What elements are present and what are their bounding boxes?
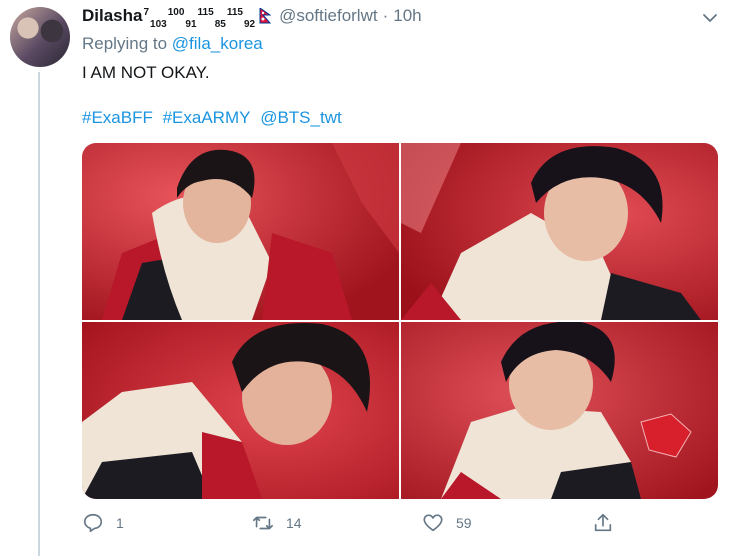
replying-to-line: Replying to @fila_korea xyxy=(82,33,263,55)
display-name[interactable]: Dilasha7103100911158511592 xyxy=(82,5,255,30)
retweet-button[interactable]: 14 xyxy=(252,512,302,534)
media-grid xyxy=(82,143,718,499)
like-icon xyxy=(423,514,443,532)
separator-dot: · xyxy=(382,6,389,25)
share-button[interactable] xyxy=(592,512,626,534)
mention-link[interactable]: @BTS_twt xyxy=(260,108,342,127)
reply-button[interactable]: 1 xyxy=(82,512,124,534)
tweet-text: I AM NOT OKAY. xyxy=(82,63,210,82)
retweet-count: 14 xyxy=(286,515,302,531)
hashtag-link[interactable]: #ExaARMY xyxy=(163,108,251,127)
share-icon xyxy=(594,513,612,532)
chevron-down-icon[interactable] xyxy=(700,8,720,28)
tweet-actions: 1 14 59 xyxy=(82,512,642,540)
retweet-icon xyxy=(253,516,273,530)
avatar[interactable] xyxy=(10,7,70,67)
tweet-hashtags: #ExaBFF #ExaARMY @BTS_twt xyxy=(82,107,347,129)
user-handle[interactable]: @softieforlwt xyxy=(279,5,378,27)
reply-icon xyxy=(83,513,103,533)
photo-3[interactable] xyxy=(82,322,399,499)
hashtag-link[interactable]: #ExaBFF xyxy=(82,108,153,127)
tweet-header: Dilasha7103100911158511592 @softieforlwt… xyxy=(82,5,422,30)
replying-to-mention[interactable]: @fila_korea xyxy=(172,34,263,53)
timestamp[interactable]: 10h xyxy=(393,5,421,27)
photo-4[interactable] xyxy=(401,322,718,499)
reply-count: 1 xyxy=(116,515,124,531)
thread-connector-line xyxy=(38,72,40,556)
like-button[interactable]: 59 xyxy=(422,512,472,534)
photo-1[interactable] xyxy=(82,143,399,320)
photo-2[interactable] xyxy=(401,143,718,320)
replying-to-prefix: Replying to xyxy=(82,34,168,53)
like-count: 59 xyxy=(456,515,472,531)
nepal-flag-icon xyxy=(259,8,272,24)
